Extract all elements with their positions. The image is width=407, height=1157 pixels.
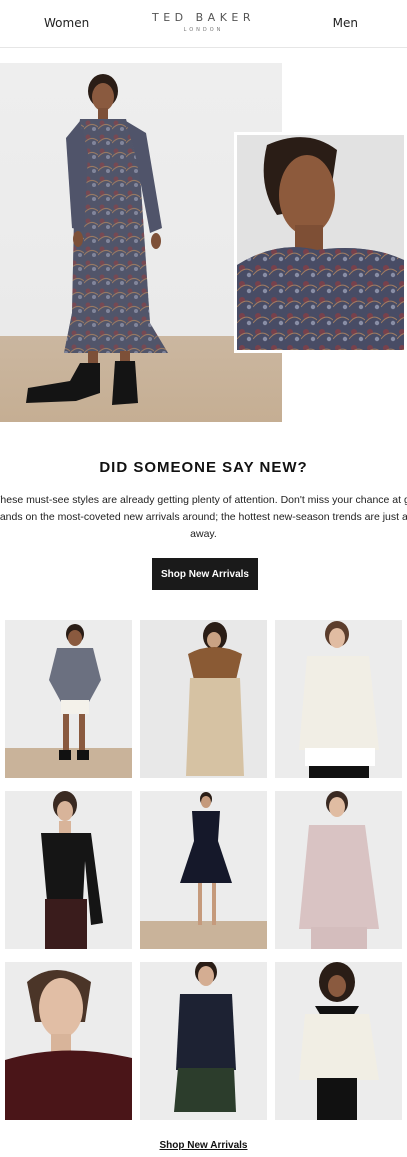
product-tile[interactable] — [5, 962, 132, 1120]
cream-knit-illustration — [299, 621, 379, 778]
product-tile[interactable] — [275, 791, 402, 949]
navy-dress-illustration — [180, 792, 232, 925]
footer-link-wrap: Shop New Arrivals — [0, 1135, 407, 1153]
section-headline: DID SOMEONE SAY NEW? — [99, 459, 308, 476]
black-top-illustration — [41, 791, 103, 949]
model-closeup-illustration — [237, 135, 404, 350]
product-tile[interactable] — [5, 791, 132, 949]
site-header: Women TED BAKER LONDON Men — [0, 0, 407, 48]
body-line-2: hands on the most-coveted new arrivals a… — [0, 511, 407, 523]
camel-coat-illustration — [186, 622, 244, 776]
floral-blouse-illustration — [49, 624, 101, 760]
body-line-1: These must-see styles are already gettin… — [0, 494, 407, 506]
section-body-text: These must-see styles are already gettin… — [0, 492, 407, 543]
product-tile[interactable] — [140, 791, 267, 949]
body-line-3: away. — [190, 528, 217, 540]
hero-detail-image[interactable] — [234, 132, 407, 353]
cream-blouse-illustration — [299, 962, 379, 1120]
product-tile[interactable] — [140, 620, 267, 778]
printed-tee-illustration — [174, 962, 236, 1112]
shop-new-arrivals-button[interactable]: Shop New Arrivals — [152, 558, 258, 590]
product-tile[interactable] — [275, 620, 402, 778]
burgundy-knit-illustration — [5, 970, 132, 1120]
nav-men-link[interactable]: Men — [333, 16, 358, 30]
product-tile[interactable] — [140, 962, 267, 1120]
shop-new-arrivals-link[interactable]: Shop New Arrivals — [160, 1140, 248, 1151]
product-tile[interactable] — [5, 620, 132, 778]
pink-hoodie-illustration — [299, 791, 379, 949]
product-tile[interactable] — [275, 962, 402, 1120]
